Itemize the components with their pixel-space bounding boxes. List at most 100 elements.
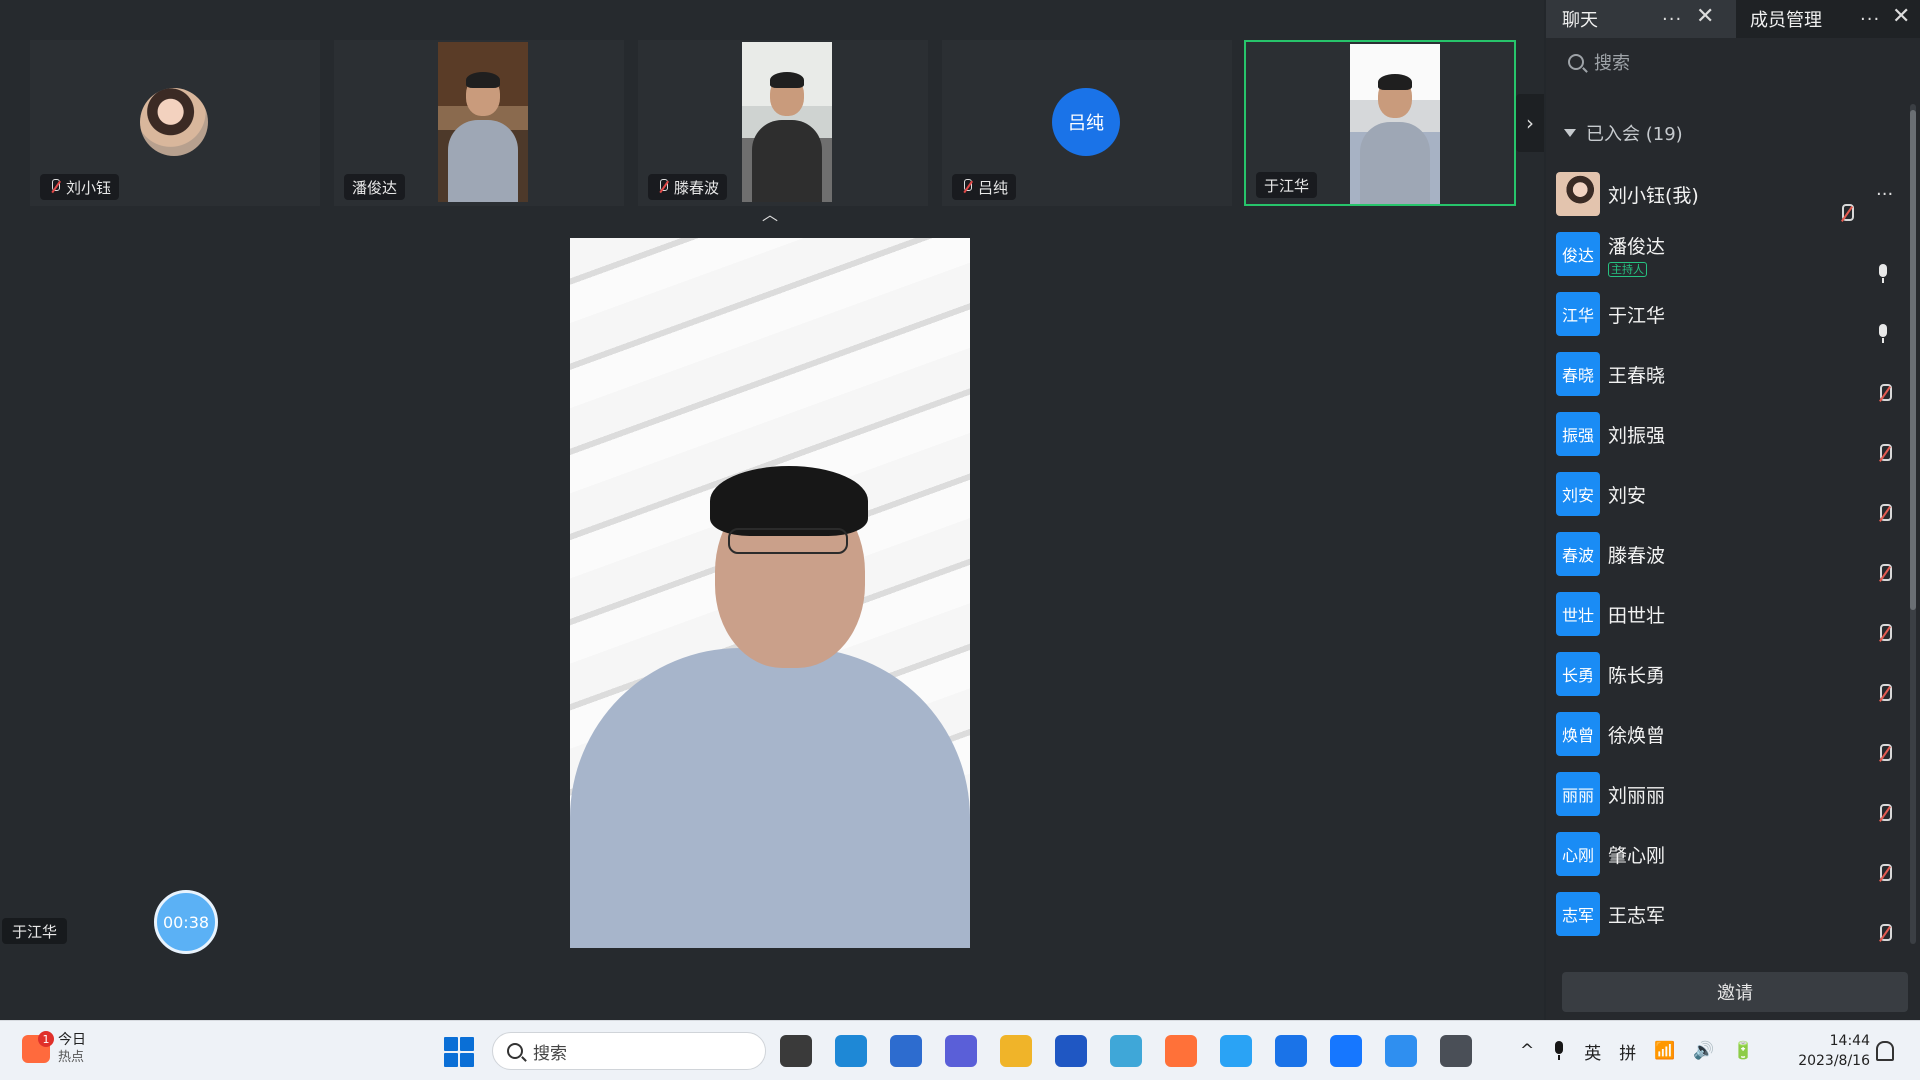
battery-icon[interactable]: 🔋 bbox=[1733, 1041, 1754, 1061]
tray-language-indicator[interactable]: 英 bbox=[1584, 1039, 1601, 1064]
participant-name: 潘俊达 bbox=[352, 178, 398, 197]
collapse-strip-chevron-up-icon[interactable]: ︿ bbox=[758, 207, 782, 223]
member-avatar: 世壮 bbox=[1556, 592, 1600, 636]
member-avatar: 江华 bbox=[1556, 292, 1600, 336]
microphone-muted-icon[interactable] bbox=[1876, 684, 1892, 704]
scrollbar-thumb[interactable] bbox=[1910, 110, 1916, 610]
member-name: 滕春波 bbox=[1608, 544, 1666, 567]
chat-close-icon[interactable]: ✕ bbox=[1696, 4, 1714, 29]
participant-name-tag: 刘小钰 bbox=[40, 174, 120, 200]
caret-down-icon bbox=[1564, 129, 1576, 137]
taskbar-clock[interactable]: 14:44 2023/8/16 bbox=[1790, 1031, 1870, 1071]
meeting-area: 刘小钰 潘俊达 滕春波 吕纯 吕纯 于江华 › ︿ 于江华 00:38 bbox=[0, 0, 1544, 1020]
search-icon bbox=[1568, 54, 1584, 70]
participant-video bbox=[438, 42, 528, 202]
joined-group-label: 已入会 (19) bbox=[1586, 124, 1683, 145]
participant-name: 吕纯 bbox=[978, 178, 1009, 197]
settings-icon[interactable] bbox=[1440, 1035, 1472, 1067]
participant-video bbox=[1350, 44, 1440, 204]
system-tray: ^ 英 拼 📶 🔊 🔋 bbox=[1520, 1021, 1754, 1080]
member-more-icon[interactable]: ··· bbox=[1876, 184, 1893, 205]
member-row[interactable]: 世壮 田世壮 bbox=[1546, 584, 1906, 644]
members-more-icon[interactable]: ··· bbox=[1860, 9, 1880, 30]
microphone-muted-icon[interactable] bbox=[1876, 564, 1892, 584]
participant-tile-5-active[interactable]: 于江华 bbox=[1244, 40, 1516, 206]
app-icon[interactable] bbox=[945, 1035, 977, 1067]
app-icon[interactable] bbox=[1055, 1035, 1087, 1067]
member-row[interactable]: 俊达 潘俊达 主持人 bbox=[1546, 224, 1906, 284]
panel-tabs: 聊天 ··· ✕ 成员管理 ··· ✕ bbox=[1546, 0, 1920, 38]
member-name: 于江华 bbox=[1608, 304, 1666, 327]
volume-icon[interactable]: 🔊 bbox=[1693, 1041, 1714, 1061]
member-name: 田世壮 bbox=[1608, 604, 1666, 627]
member-row[interactable]: 春晓 王春晓 bbox=[1546, 344, 1906, 404]
member-row[interactable]: 心刚 肇心刚 bbox=[1546, 824, 1906, 884]
task-view-icon[interactable] bbox=[780, 1035, 812, 1067]
meeting-timer[interactable]: 00:38 bbox=[154, 890, 218, 954]
widget-title: 今日 bbox=[58, 1032, 86, 1048]
member-name: 刘丽丽 bbox=[1608, 784, 1666, 807]
taskbar-search-input[interactable]: 搜索 bbox=[492, 1032, 766, 1070]
joined-group-header[interactable]: 已入会 (19) bbox=[1564, 120, 1683, 146]
microphone-muted-icon[interactable] bbox=[1876, 864, 1892, 884]
microphone-muted-icon[interactable] bbox=[1876, 804, 1892, 824]
start-windows-icon[interactable] bbox=[444, 1037, 474, 1067]
member-avatar: 振强 bbox=[1556, 412, 1600, 456]
tab-chat[interactable]: 聊天 ··· ✕ bbox=[1546, 0, 1736, 38]
chat-more-icon[interactable]: ··· bbox=[1662, 9, 1682, 30]
member-row[interactable]: 刘小钰(我) ··· bbox=[1546, 164, 1906, 224]
member-name: 徐焕曾 bbox=[1608, 724, 1666, 747]
tab-members[interactable]: 成员管理 ··· ✕ bbox=[1738, 0, 1920, 38]
invite-button[interactable]: 邀请 bbox=[1562, 972, 1908, 1012]
member-name: 王志军 bbox=[1608, 904, 1666, 927]
strip-next-chevron-icon[interactable]: › bbox=[1516, 94, 1544, 152]
microphone-muted-icon[interactable] bbox=[1838, 204, 1854, 224]
participant-tile-1[interactable]: 刘小钰 bbox=[30, 40, 320, 206]
member-row[interactable]: 志军 王志军 bbox=[1546, 884, 1906, 944]
tray-chevron-up-icon[interactable]: ^ bbox=[1520, 1041, 1534, 1061]
participant-name: 刘小钰 bbox=[66, 178, 112, 197]
firefox-icon[interactable] bbox=[1165, 1035, 1197, 1067]
microphone-icon[interactable] bbox=[1876, 264, 1890, 284]
member-search-input[interactable]: 搜索 bbox=[1554, 44, 1912, 80]
member-avatar: 刘安 bbox=[1556, 472, 1600, 516]
tray-microphone-icon[interactable] bbox=[1552, 1041, 1566, 1061]
member-row[interactable]: 春波 滕春波 bbox=[1546, 524, 1906, 584]
meeting-icon[interactable] bbox=[1330, 1035, 1362, 1067]
app-icon[interactable] bbox=[1275, 1035, 1307, 1067]
microphone-muted-icon[interactable] bbox=[1876, 384, 1892, 404]
explorer-icon[interactable] bbox=[1000, 1035, 1032, 1067]
members-close-icon[interactable]: ✕ bbox=[1892, 4, 1910, 29]
wifi-icon[interactable]: 📶 bbox=[1654, 1041, 1675, 1061]
search-placeholder: 搜索 bbox=[1594, 53, 1630, 74]
microphone-icon[interactable] bbox=[1876, 324, 1890, 344]
member-row[interactable]: 长勇 陈长勇 bbox=[1546, 644, 1906, 704]
app-icon[interactable] bbox=[1220, 1035, 1252, 1067]
participant-tile-3[interactable]: 滕春波 bbox=[638, 40, 928, 206]
participant-tile-2[interactable]: 潘俊达 bbox=[334, 40, 624, 206]
app-icon[interactable] bbox=[1385, 1035, 1417, 1067]
edge-icon[interactable] bbox=[835, 1035, 867, 1067]
store-icon[interactable] bbox=[890, 1035, 922, 1067]
member-list: 刘小钰(我) ··· 俊达 潘俊达 主持人 江华 于江华 春晓 王春晓 振强 刘振强 刘安 刘安 春波 滕春… bbox=[1546, 164, 1906, 944]
member-row[interactable]: 焕曾 徐焕曾 bbox=[1546, 704, 1906, 764]
side-panel: 聊天 ··· ✕ 成员管理 ··· ✕ 搜索 已入会 (19) 刘小钰(我) ··… bbox=[1546, 0, 1920, 1020]
member-avatar: 春波 bbox=[1556, 532, 1600, 576]
participant-tile-4[interactable]: 吕纯 吕纯 bbox=[942, 40, 1232, 206]
app-icon[interactable] bbox=[1110, 1035, 1142, 1067]
notification-bell-icon[interactable] bbox=[1876, 1041, 1894, 1061]
widgets-button[interactable]: 1 今日 热点 bbox=[22, 1031, 86, 1067]
microphone-muted-icon[interactable] bbox=[1876, 504, 1892, 524]
participant-name-tag: 于江华 bbox=[1256, 172, 1318, 198]
mic-muted-icon bbox=[960, 179, 974, 195]
member-row[interactable]: 江华 于江华 bbox=[1546, 284, 1906, 344]
microphone-muted-icon[interactable] bbox=[1876, 924, 1892, 944]
microphone-muted-icon[interactable] bbox=[1876, 624, 1892, 644]
microphone-muted-icon[interactable] bbox=[1876, 444, 1892, 464]
member-name: 潘俊达 bbox=[1608, 236, 1666, 258]
member-row[interactable]: 刘安 刘安 bbox=[1546, 464, 1906, 524]
tray-ime-indicator[interactable]: 拼 bbox=[1619, 1039, 1636, 1064]
microphone-muted-icon[interactable] bbox=[1876, 744, 1892, 764]
member-row[interactable]: 丽丽 刘丽丽 bbox=[1546, 764, 1906, 824]
member-row[interactable]: 振强 刘振强 bbox=[1546, 404, 1906, 464]
